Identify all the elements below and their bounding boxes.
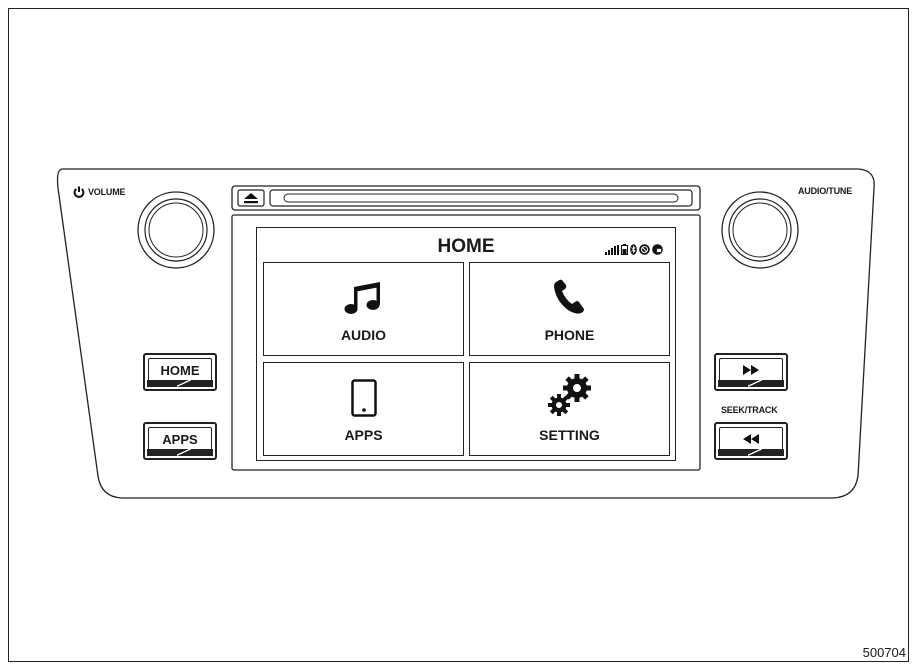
status-bar	[605, 244, 663, 255]
apps-button[interactable]: APPS	[143, 422, 217, 460]
apps-button-strip	[147, 447, 213, 457]
battery-icon	[621, 244, 628, 255]
tile-audio[interactable]: AUDIO	[263, 262, 464, 356]
tile-phone[interactable]: PHONE	[469, 262, 670, 356]
volume-knob[interactable]	[138, 192, 214, 268]
tile-setting[interactable]: SETTING	[469, 362, 670, 456]
no-connection-icon	[639, 244, 650, 255]
seek-forward-strip	[718, 378, 784, 388]
volume-label-group: VOLUME	[73, 186, 126, 198]
seek-track-label: SEEK/TRACK	[721, 405, 778, 415]
tile-apps-label: APPS	[344, 427, 383, 443]
music-note-icon	[344, 282, 380, 314]
home-button[interactable]: HOME	[143, 353, 217, 391]
audio-tune-knob[interactable]	[722, 192, 798, 268]
seek-back-strip	[718, 447, 784, 457]
phone-handset-icon	[553, 279, 584, 314]
signal-bars-icon	[605, 245, 619, 255]
eject-icon[interactable]	[242, 192, 260, 204]
tile-setting-label: SETTING	[539, 427, 600, 443]
seek-back-button[interactable]	[714, 422, 788, 460]
message-icon	[652, 244, 663, 255]
bluetooth-icon	[630, 244, 637, 255]
fast-forward-icon	[743, 365, 759, 375]
display-screen: HOME AUDIO PHONE APPS SETTING	[256, 227, 676, 461]
home-button-strip	[147, 378, 213, 388]
audio-tune-label: AUDIO/TUNE	[798, 186, 852, 196]
gears-icon	[547, 374, 591, 416]
power-icon[interactable]	[73, 186, 85, 198]
tile-phone-label: PHONE	[544, 327, 595, 343]
figure-number: 500704	[862, 645, 906, 660]
seek-forward-button[interactable]	[714, 353, 788, 391]
tablet-icon	[350, 379, 377, 417]
volume-label: VOLUME	[88, 187, 126, 197]
rewind-icon	[743, 434, 759, 444]
tile-apps[interactable]: APPS	[263, 362, 464, 456]
tile-audio-label: AUDIO	[340, 327, 387, 343]
